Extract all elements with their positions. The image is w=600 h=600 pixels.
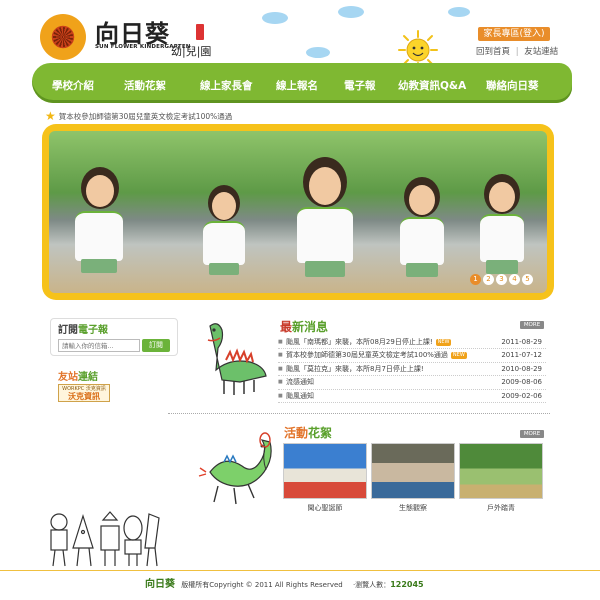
- news-list: 颱風「南瑪都」來襲，本所08月29日停止上課!NEW 2011-08-29 賀本…: [278, 336, 546, 403]
- banner-page-dot[interactable]: 1: [470, 274, 481, 285]
- banner-page-dot[interactable]: 4: [509, 274, 520, 285]
- list-item[interactable]: 颱風「莫拉克」來襲，本所8月7日停止上課! 2010-08-29: [278, 363, 546, 377]
- child-figure: [289, 143, 361, 293]
- nav-item-epaper[interactable]: 電子報: [344, 78, 376, 93]
- banner-frame: 1 2 3 4 5: [42, 124, 554, 300]
- child-figure: [474, 158, 530, 293]
- home-link[interactable]: 回到首頁: [476, 47, 510, 57]
- nav-item-edu-qa[interactable]: 幼教資訊Q&A: [398, 78, 466, 93]
- activity-caption[interactable]: 生態觀察: [371, 503, 455, 513]
- footer-line: [0, 570, 600, 571]
- list-item[interactable]: 賀本校參加師德第30屆兒童英文檢定考試100%通過NEW 2011-07-12: [278, 349, 546, 363]
- list-item[interactable]: 颱風通知 2009-02-06: [278, 390, 546, 403]
- activity-thumbnail-ecology[interactable]: [371, 443, 455, 499]
- friends-title: 友站連結: [58, 372, 98, 383]
- news-more-button[interactable]: MORE: [520, 321, 544, 329]
- parent-login-button[interactable]: 家長專區(登入): [478, 27, 550, 41]
- cloud-icon: [262, 12, 288, 24]
- child-figure: [199, 173, 249, 293]
- kids-doodle-drawing: [50, 511, 160, 567]
- footer-brand: 向日葵: [145, 579, 175, 590]
- banner-photo: 1 2 3 4 5: [49, 131, 547, 293]
- ticker-text[interactable]: 賀本校參加師德第30屆兒童英文檢定考試100%通過: [59, 111, 232, 122]
- nav-item-activities[interactable]: 活動花絮: [124, 78, 166, 93]
- nav-item-register[interactable]: 線上報名: [276, 78, 318, 93]
- star-icon: ★: [45, 109, 56, 123]
- email-field[interactable]: [58, 339, 140, 352]
- cloud-icon: [338, 6, 364, 18]
- activities-section-title: 活動花絮: [284, 426, 333, 440]
- friends-link[interactable]: 友站連結: [524, 47, 558, 57]
- activity-caption[interactable]: 戶外踏青: [459, 503, 543, 513]
- nav-item-parents[interactable]: 線上家長會: [200, 78, 253, 93]
- dinosaur-drawing: [207, 323, 267, 395]
- main-nav: 學校介紹 活動花絮 線上家長會 線上報名 電子報 幼教資訊Q&A 聯絡向日葵: [32, 63, 572, 103]
- new-badge: NEW: [435, 339, 452, 346]
- visitor-count: 122045: [390, 580, 424, 589]
- top-links: 回到首頁 | 友站連結: [476, 45, 558, 57]
- banner-page-dot[interactable]: 5: [522, 274, 533, 285]
- nav-item-contact[interactable]: 聯絡向日葵: [486, 78, 539, 93]
- workpc-partner-logo[interactable]: WORKPC 沃克資訊 沃克資訊: [58, 384, 110, 402]
- top-links-separator: |: [515, 47, 519, 57]
- footer-copyright: 版權所有Copyright © 2011 All Rights Reserved: [181, 581, 343, 589]
- banner-pagination: 1 2 3 4 5: [470, 274, 533, 285]
- child-figure: [394, 163, 450, 293]
- activity-thumbnail-outing[interactable]: [459, 443, 543, 499]
- news-section-title: 最新消息: [280, 320, 329, 334]
- footer: 向日葵 版權所有Copyright © 2011 All Rights Rese…: [145, 575, 424, 590]
- list-item[interactable]: 流感通知 2009-08-06: [278, 376, 546, 390]
- subscribe-button[interactable]: 訂閱: [142, 339, 170, 352]
- epaper-title: 訂閱電子報: [58, 325, 108, 336]
- banner-page-dot[interactable]: 3: [496, 274, 507, 285]
- child-figure: [69, 153, 129, 293]
- activity-thumbnail-christmas[interactable]: [283, 443, 367, 499]
- activities-more-button[interactable]: MORE: [520, 430, 544, 438]
- cloud-icon: [448, 7, 470, 17]
- banner-page-dot[interactable]: 2: [483, 274, 494, 285]
- sunflower-logo-icon[interactable]: [40, 14, 86, 60]
- news-ticker[interactable]: ★ 賀本校參加師德第30屆兒童英文檢定考試100%通過: [45, 109, 232, 123]
- visitor-label: ‧瀏覽人數：: [352, 581, 391, 589]
- new-badge: NEW: [450, 352, 467, 360]
- activity-caption[interactable]: 聞心聖誕節: [283, 503, 367, 513]
- section-divider: [168, 413, 550, 414]
- cloud-icon: [306, 47, 330, 58]
- nav-item-school-intro[interactable]: 學校介紹: [52, 78, 94, 93]
- logo-stamp-icon: [196, 24, 204, 40]
- balloon-icon: [259, 432, 271, 471]
- logo-subtitle: 幼|兒|園: [171, 45, 212, 58]
- list-item[interactable]: 颱風「南瑪都」來襲，本所08月29日停止上課!NEW 2011-08-29: [278, 336, 546, 350]
